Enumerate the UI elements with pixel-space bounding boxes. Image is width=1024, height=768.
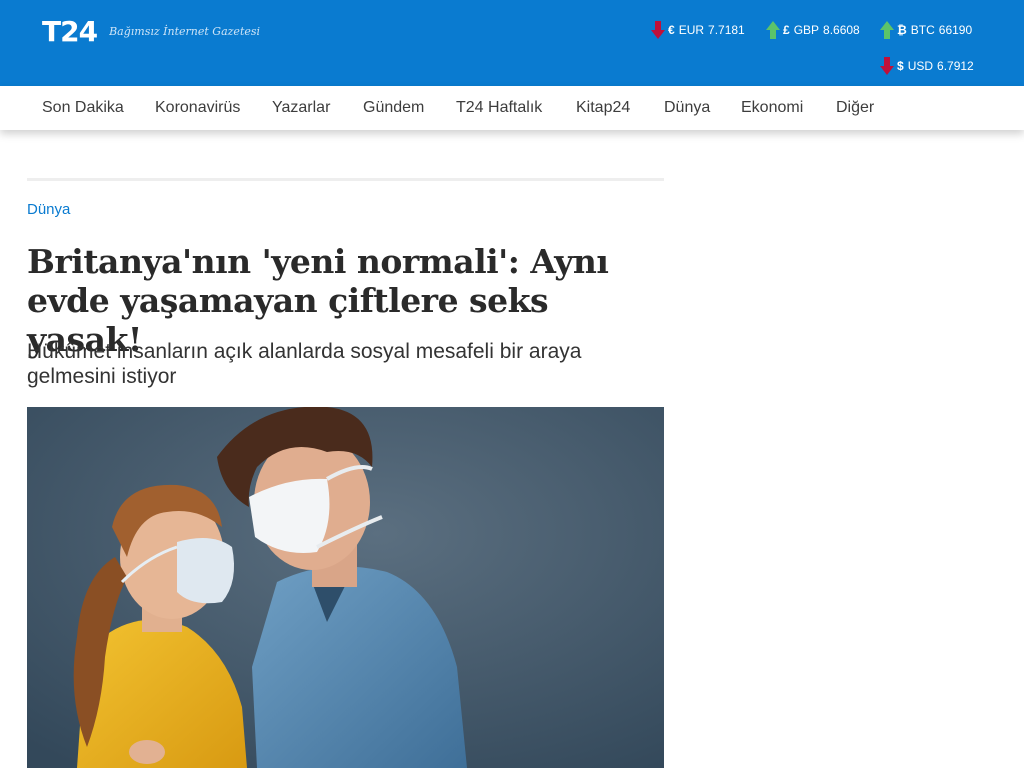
arrow-down-icon <box>651 21 665 39</box>
pound-icon: £ <box>783 23 790 37</box>
rate-code: EUR <box>678 23 705 37</box>
nav-item-yazarlar[interactable]: Yazarlar <box>272 86 330 130</box>
nav-item-t24-haftalik[interactable]: T24 Haftalık <box>456 86 542 130</box>
site-header: T24 Bağımsız İnternet Gazetesi € EUR 7.7… <box>0 0 1024 86</box>
nav-item-son-dakika[interactable]: Son Dakika <box>42 86 124 130</box>
rate-value: 66190 <box>938 23 973 37</box>
article-category-link[interactable]: Dünya <box>27 201 70 218</box>
euro-icon: € <box>668 23 675 37</box>
rate-value: 6.7912 <box>937 59 974 73</box>
main-nav: Son Dakika Koronavirüs Yazarlar Gündem T… <box>0 86 1024 130</box>
arrow-down-icon <box>880 57 894 75</box>
couple-masks-illustration <box>27 407 664 768</box>
nav-item-dunya[interactable]: Dünya <box>664 86 710 130</box>
rate-code: USD <box>907 59 934 73</box>
site-logo[interactable]: T24 Bağımsız İnternet Gazetesi <box>42 14 260 48</box>
rate-eur: € EUR 7.7181 <box>650 20 745 40</box>
nav-item-ekonomi[interactable]: Ekonomi <box>741 86 803 130</box>
article-hero-image <box>27 407 664 768</box>
arrow-up-icon <box>766 21 780 39</box>
logo-tagline: Bağımsız İnternet Gazetesi <box>109 24 261 38</box>
nav-item-koronavirus[interactable]: Koronavirüs <box>155 86 240 130</box>
rate-code: BTC <box>910 23 935 37</box>
article-divider <box>27 178 664 181</box>
nav-item-kitap24[interactable]: Kitap24 <box>576 86 630 130</box>
rate-gbp: £ GBP 8.6608 <box>765 20 860 40</box>
nav-item-diger[interactable]: Diğer <box>836 86 874 130</box>
logo-mark[interactable]: T24 <box>42 15 98 48</box>
rate-code: GBP <box>793 23 820 37</box>
rate-usd: $ USD 6.7912 <box>879 56 974 76</box>
dollar-icon: $ <box>897 59 904 73</box>
rate-value: 7.7181 <box>708 23 745 37</box>
rate-value: 8.6608 <box>823 23 860 37</box>
article-subtitle: Hükûmet insanların açık alanlarda sosyal… <box>27 340 582 388</box>
nav-item-gundem[interactable]: Gündem <box>363 86 424 130</box>
rate-btc: ₿ BTC 66190 <box>879 20 972 40</box>
bitcoin-icon: ₿ <box>897 23 907 37</box>
arrow-up-icon <box>880 21 894 39</box>
